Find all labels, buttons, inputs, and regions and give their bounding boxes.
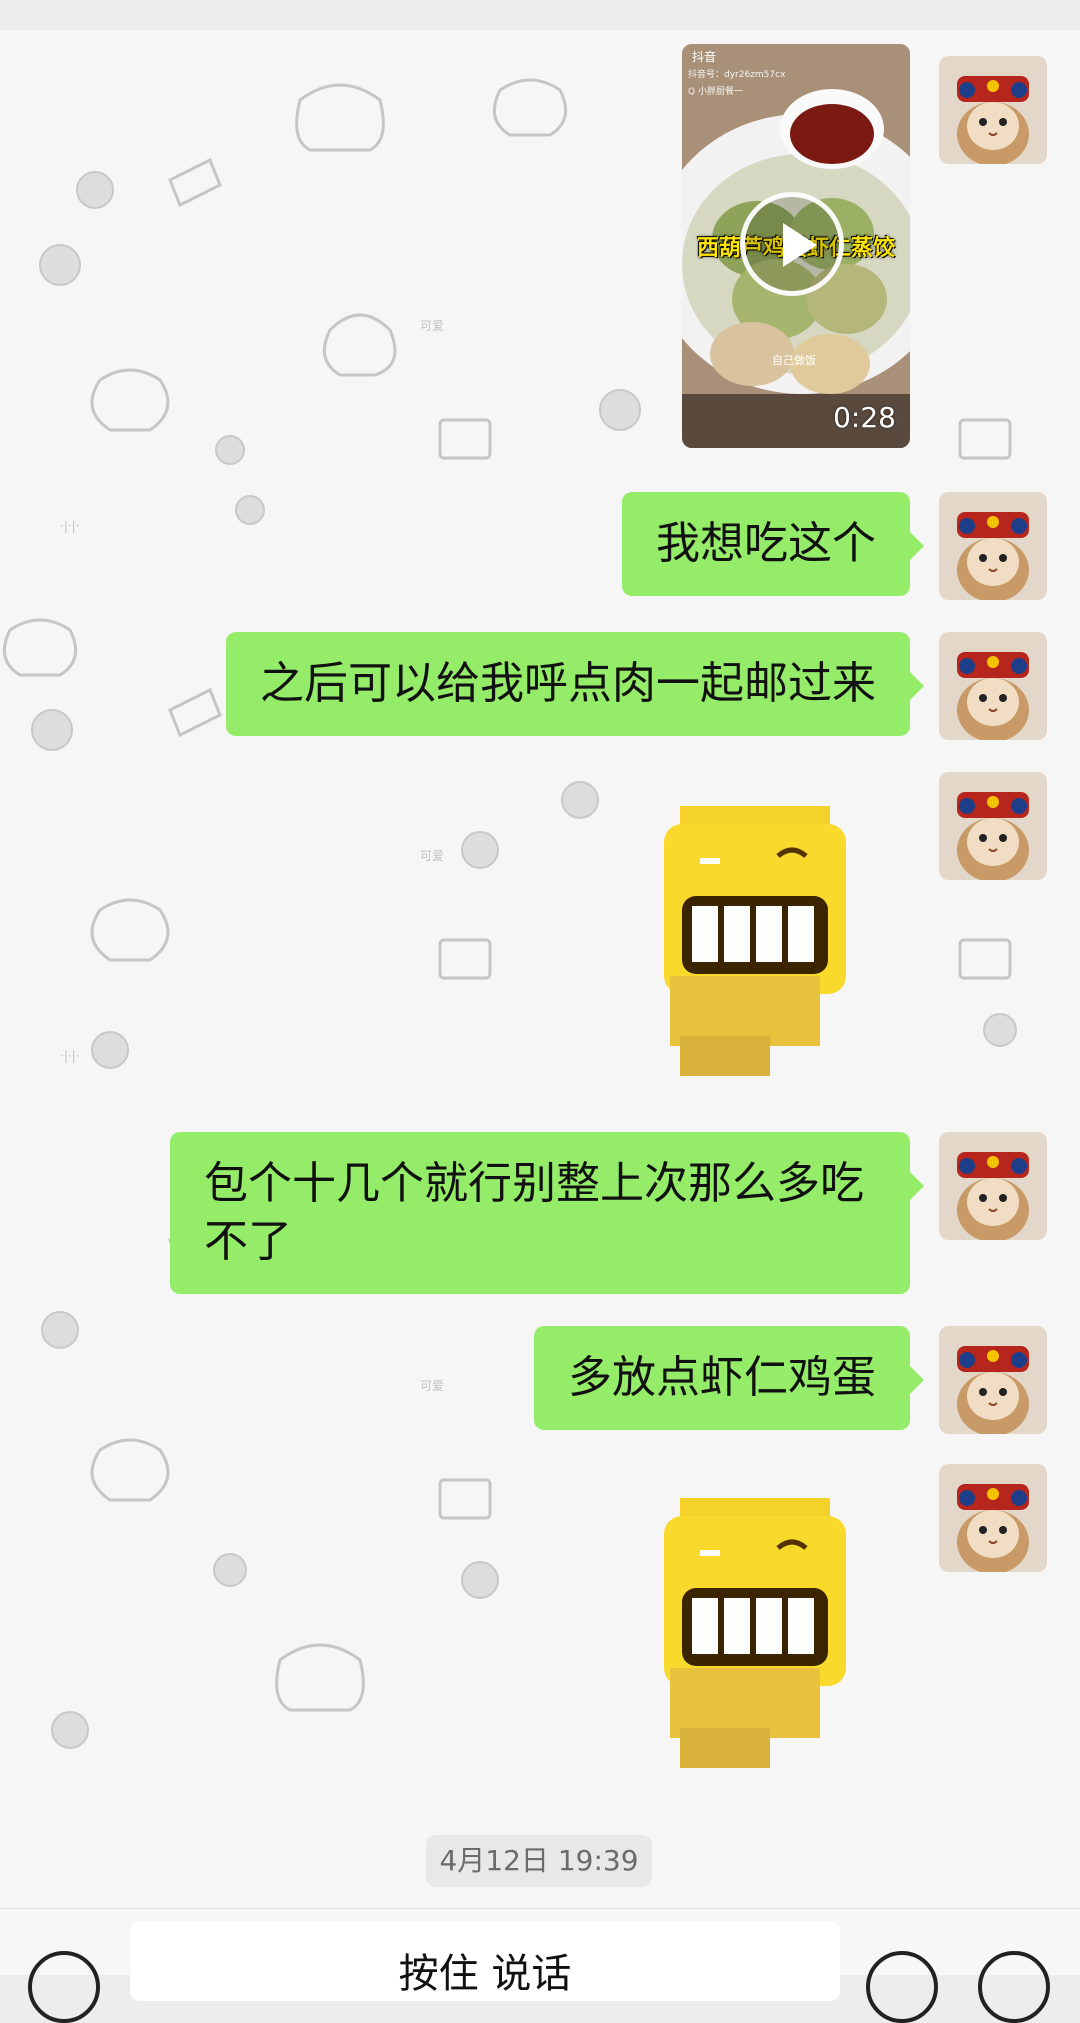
chat-input-bar: 按住 说话: [0, 1908, 1080, 2023]
svg-text:·|·|·: ·|·|·: [60, 519, 80, 533]
cat-avatar-image: [939, 492, 1047, 600]
svg-text:可爱: 可爱: [420, 319, 444, 333]
avatar[interactable]: [939, 1464, 1047, 1572]
grinning-yellow-emoji-sticker[interactable]: [650, 796, 870, 1096]
video-message[interactable]: 抖音 抖音号：dyr26zm57cx Q 小胖厨餐一 西葫芦鸡蛋虾仁蒸饺 自己做…: [682, 44, 910, 448]
tiktok-account-label: 抖音号：dyr26zm57cx: [688, 70, 786, 80]
cat-avatar-image: [939, 1132, 1047, 1240]
chat-wallpaper: 可爱 可爱 可爱 ·|·|· ·|·|·: [2, 78, 1017, 1749]
tiktok-source-label: 抖音: [692, 50, 717, 64]
cat-avatar-image: [939, 1464, 1047, 1572]
video-duration: 0:28: [833, 401, 896, 434]
cat-avatar-image: [939, 772, 1047, 880]
svg-text:可爱: 可爱: [420, 1379, 444, 1393]
chat-area[interactable]: 可爱 可爱 可爱 ·|·|· ·|·|· 抖音 抖音号：dyr26zm57cx …: [0, 30, 1080, 1908]
avatar[interactable]: [939, 1132, 1047, 1240]
plus-icon[interactable]: [978, 1951, 1050, 2023]
svg-text:可爱: 可爱: [420, 849, 444, 863]
message-timestamp: 4月12日 19:39: [426, 1835, 652, 1887]
cat-avatar-image: [939, 56, 1047, 164]
hold-to-talk-label: 按住 说话: [398, 1951, 572, 1997]
message-bubble[interactable]: 之后可以给我呼点肉一起邮过来: [226, 632, 924, 736]
hold-to-talk-button[interactable]: 按住 说话: [130, 1921, 840, 2001]
cat-avatar-image: [939, 632, 1047, 740]
avatar[interactable]: [939, 632, 1047, 740]
message-bubble[interactable]: 多放点虾仁鸡蛋: [534, 1326, 924, 1430]
emoji-icon[interactable]: [866, 1951, 938, 2023]
cat-avatar-image: [939, 1326, 1047, 1434]
avatar[interactable]: [939, 1326, 1047, 1434]
status-bar: [0, 0, 1080, 30]
video-subcaption: 自己做饭: [772, 354, 816, 367]
tiktok-search-label: Q 小胖厨餐一: [688, 87, 743, 97]
svg-text:·|·|·: ·|·|·: [60, 1049, 80, 1063]
grinning-yellow-emoji-sticker[interactable]: [650, 1488, 870, 1788]
avatar[interactable]: [939, 772, 1047, 880]
play-icon[interactable]: [740, 192, 844, 296]
voice-icon[interactable]: [28, 1951, 100, 2023]
message-bubble[interactable]: 我想吃这个: [622, 492, 924, 596]
message-bubble[interactable]: 包个十几个就行别整上次那么多吃 不了: [170, 1132, 924, 1294]
avatar[interactable]: [939, 56, 1047, 164]
avatar[interactable]: [939, 492, 1047, 600]
